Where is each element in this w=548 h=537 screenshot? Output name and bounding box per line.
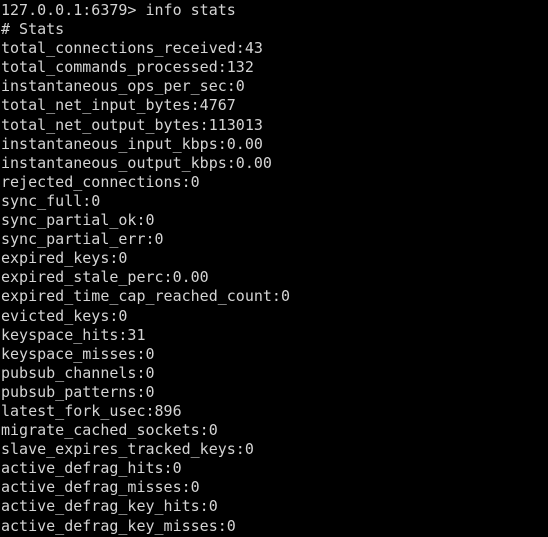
stat-line: latest_fork_usec:896 xyxy=(1,401,182,420)
stat-line: instantaneous_output_kbps:0.00 xyxy=(1,153,272,172)
stat-line: instantaneous_input_kbps:0.00 xyxy=(1,134,263,153)
stat-line: total_commands_processed:132 xyxy=(1,58,254,77)
stat-line: total_net_output_bytes:113013 xyxy=(1,115,263,134)
stat-line: sync_full:0 xyxy=(1,191,101,210)
stat-line: keyspace_hits:31 xyxy=(1,325,146,344)
stat-line: pubsub_patterns:0 xyxy=(1,382,155,401)
stat-line: total_connections_received:43 xyxy=(1,39,263,58)
stat-line: slave_expires_tracked_keys:0 xyxy=(1,440,254,459)
stat-line: active_defrag_misses:0 xyxy=(1,478,200,497)
stat-line: instantaneous_ops_per_sec:0 xyxy=(1,77,245,96)
stat-line: sync_partial_ok:0 xyxy=(1,211,155,230)
stat-line: migrate_cached_sockets:0 xyxy=(1,421,218,440)
section-header-line: # Stats xyxy=(1,20,65,39)
stat-line: sync_partial_err:0 xyxy=(1,230,164,249)
stat-line: expired_time_cap_reached_count:0 xyxy=(1,287,290,306)
stat-line: active_defrag_key_misses:0 xyxy=(1,516,236,535)
stat-line: evicted_keys:0 xyxy=(1,306,128,325)
stat-line: pubsub_channels:0 xyxy=(1,363,155,382)
stat-line: total_net_input_bytes:4767 xyxy=(1,96,236,115)
prompt-line[interactable]: 127.0.0.1:6379> info stats xyxy=(1,1,548,20)
terminal-output-area[interactable]: 127.0.0.1:6379> info stats # Stats total_c… xyxy=(1,1,548,537)
stat-line: expired_stale_perc:0.00 xyxy=(1,268,209,287)
stat-line: keyspace_misses:0 xyxy=(1,344,155,363)
terminal-window[interactable]: 127.0.0.1:6379> info stats # Stats total_c… xyxy=(0,0,548,537)
stat-line: rejected_connections:0 xyxy=(1,172,200,191)
stat-line: expired_keys:0 xyxy=(1,249,128,268)
stat-line: active_defrag_key_hits:0 xyxy=(1,497,218,516)
stat-line: active_defrag_hits:0 xyxy=(1,459,182,478)
